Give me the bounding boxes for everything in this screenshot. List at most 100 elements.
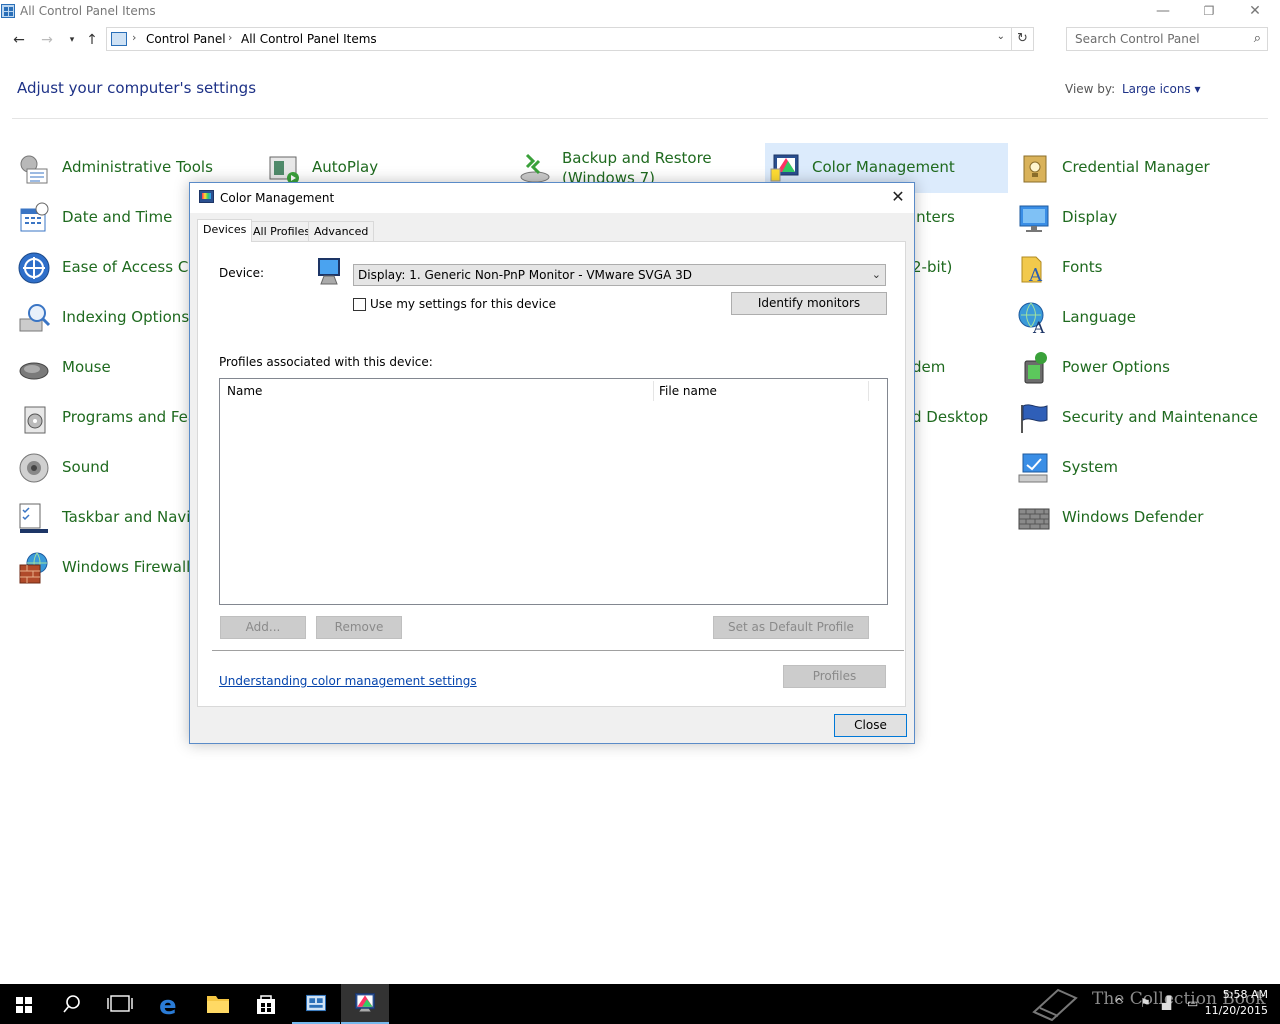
tab-devices[interactable]: Devices [197,219,253,242]
identify-monitors-button[interactable]: Identify monitors [731,292,887,315]
refresh-icon[interactable]: ↻ [1011,28,1033,50]
color-management-icon [770,154,799,182]
clock[interactable]: 5:58 AM 11/20/2015 [1205,987,1268,1019]
file-explorer-icon[interactable] [194,984,242,1024]
restore-button[interactable]: ❐ [1186,0,1232,24]
device-select-value: Display: 1. Generic Non-PnP Monitor - VM… [358,268,692,282]
recent-locations-chevron-icon[interactable]: ▾ [62,30,82,50]
search-box[interactable]: ⌕ [1066,27,1268,51]
svg-text:e: e [159,991,177,1021]
color-management-taskbar-icon[interactable] [341,984,389,1024]
set-default-profile-button[interactable]: Set as Default Profile [713,616,869,639]
window-titlebar: All Control Panel Items — ❐ ✕ [0,0,1280,24]
breadcrumb-control-panel[interactable]: Control Panel [146,32,226,46]
item-windows-defender[interactable]: Windows Defender [1017,495,1267,541]
view-by-label: View by: [1065,82,1116,96]
control-panel-icon [1,4,15,18]
use-my-settings-checkbox[interactable] [353,298,366,311]
column-header-name[interactable]: Name [227,384,262,398]
notifications-icon[interactable]: ▭ [1187,996,1198,1010]
color-management-icon [199,190,214,203]
svg-text:A: A [1028,265,1043,285]
credential-manager-icon [1023,155,1047,183]
tab-all-profiles[interactable]: All Profiles [247,221,317,241]
item-power-options[interactable]: Power Options [1017,345,1267,391]
search-icon[interactable] [48,984,96,1024]
tab-advanced[interactable]: Advanced [308,221,375,241]
autoplay-icon [269,156,299,184]
back-arrow-icon[interactable]: ← [9,30,29,50]
item-security-maintenance[interactable]: Security and Maintenance [1017,395,1267,441]
address-dropdown-icon[interactable]: ⌄ [997,31,1005,42]
window-title: All Control Panel Items [20,4,156,18]
show-hidden-icons-chevron-icon[interactable]: ^ [1114,996,1124,1010]
dialog-titlebar: Color Management ✕ [190,183,914,213]
up-arrow-icon[interactable]: ↑ [82,30,102,50]
minimize-button[interactable]: — [1140,0,1186,24]
fonts-icon: A [1021,256,1043,285]
forward-arrow-icon[interactable]: → [37,30,57,50]
svg-text:A: A [1032,318,1045,335]
item-display[interactable]: Display [1017,195,1267,241]
page-title: Adjust your computer's settings [17,79,257,97]
monitor-icon [318,258,340,285]
control-panel-icon [111,32,127,46]
item-credential-manager[interactable]: Credential Manager [1017,145,1267,191]
indexing-options-icon [19,304,51,332]
windows-firewall-icon [19,552,48,584]
programs-features-icon [24,406,46,434]
taskbar: e The Collection Book ^ ⚑ ▟ ▭ 5:58 AM 11… [0,984,1280,1024]
task-view-icon[interactable] [96,984,144,1024]
start-windows-icon[interactable] [0,984,48,1024]
date-time-icon [20,202,49,232]
color-management-dialog: Color Management ✕ Devices All Profiles … [189,182,915,744]
system-icon [1018,453,1048,483]
breadcrumb-separator-icon: › [132,31,137,44]
profiles-associated-label: Profiles associated with this device: [219,355,433,369]
breadcrumb-separator-icon: › [228,31,233,44]
language-icon: A [1018,302,1045,335]
column-divider[interactable] [868,381,869,401]
network-disconnected-icon[interactable]: ▟ [1162,996,1171,1010]
search-icon[interactable]: ⌕ [1254,31,1261,46]
add-button[interactable]: Add... [220,616,306,639]
administrative-tools-icon [20,155,48,184]
address-row: ← → ▾ ↑ › Control Panel › All Control Pa… [0,26,1280,54]
taskbar-navigation-icon [19,503,48,533]
close-window-button[interactable]: ✕ [1232,0,1278,24]
action-center-flag-icon[interactable]: ⚑ [1140,996,1151,1010]
item-fonts[interactable]: A Fonts [1017,245,1267,291]
clock-date: 11/20/2015 [1204,1004,1268,1017]
breadcrumb-all-items[interactable]: All Control Panel Items [241,32,377,46]
control-panel-taskbar-icon[interactable] [292,984,340,1024]
ease-of-access-icon [18,252,50,284]
use-my-settings-label: Use my settings for this device [370,297,556,311]
column-header-file-name[interactable]: File name [659,384,717,398]
dialog-close-icon[interactable]: ✕ [882,183,914,213]
item-system[interactable]: System [1017,445,1267,491]
book-watermark-icon [1032,988,1078,1022]
clock-time: 5:58 AM [1222,988,1268,1001]
security-maintenance-flag-icon [1021,404,1048,433]
windows-defender-icon [1018,508,1050,530]
profiles-list[interactable]: Name File name [219,378,888,605]
store-icon[interactable] [242,984,290,1024]
understanding-color-management-link[interactable]: Understanding color management settings [219,674,477,688]
search-input[interactable] [1075,29,1245,49]
dialog-title: Color Management [220,191,335,205]
separator [212,650,904,651]
close-button[interactable]: Close [834,714,907,737]
backup-restore-icon [520,153,550,183]
view-by-dropdown[interactable]: Large icons ▾ [1122,82,1201,96]
address-bar[interactable]: › Control Panel › All Control Panel Item… [106,27,1034,51]
remove-button[interactable]: Remove [316,616,402,639]
device-select[interactable]: Display: 1. Generic Non-PnP Monitor - VM… [353,264,886,286]
chevron-down-icon: ⌄ [871,268,881,281]
column-divider[interactable] [653,381,654,401]
devices-tab-panel: Device: Display: 1. Generic Non-PnP Moni… [197,241,906,707]
power-options-icon [1024,352,1047,384]
profiles-button[interactable]: Profiles [783,665,886,688]
item-language[interactable]: A Language [1017,295,1267,341]
mouse-icon [19,362,49,380]
edge-browser-icon[interactable]: e [145,984,193,1024]
